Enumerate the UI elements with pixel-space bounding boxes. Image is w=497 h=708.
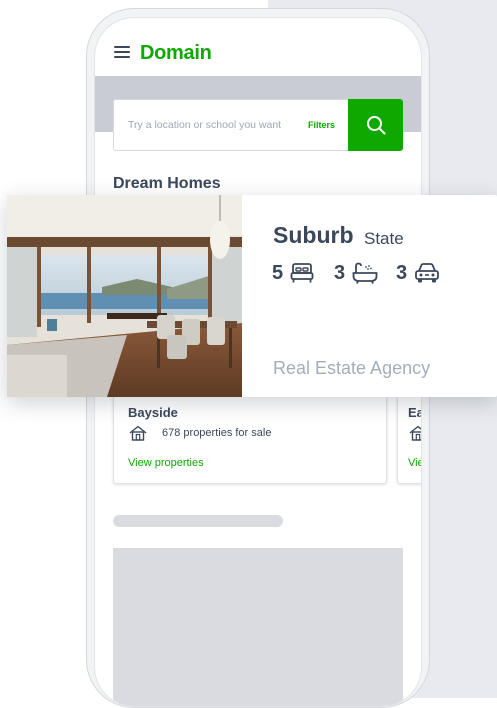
car-icon: [415, 263, 439, 283]
listing-suburb: Suburb: [273, 222, 354, 248]
domain-logo[interactable]: Domain: [140, 42, 212, 65]
search-bar: Try a location or school you want Filter…: [113, 99, 403, 151]
section-title: Dream Homes: [113, 175, 221, 192]
bath-icon: [352, 262, 378, 284]
bath-count: 3: [334, 262, 346, 284]
agency-name: Real Estate Agency: [273, 358, 431, 378]
view-properties-link[interactable]: Vie: [408, 457, 421, 469]
listing-card[interactable]: Suburb State 5 3 3 Real Estate Agency: [7, 195, 497, 397]
search-button[interactable]: [348, 99, 403, 151]
card-property-count: 678 properties for sale: [162, 427, 272, 439]
listing-state: State: [364, 229, 404, 248]
filters-button[interactable]: Filters: [308, 120, 335, 130]
loading-placeholder-bar: [113, 515, 283, 527]
listing-photo: [7, 195, 242, 397]
card-suburb-name: Ea: [408, 405, 421, 420]
search-icon: [367, 116, 386, 135]
view-properties-link[interactable]: View properties: [128, 457, 204, 469]
app-header: Domain: [95, 18, 421, 76]
hamburger-icon[interactable]: [114, 46, 130, 58]
house-icon: [129, 425, 147, 441]
search-input[interactable]: Try a location or school you want: [128, 119, 281, 131]
bed-count: 5: [272, 262, 284, 284]
loading-placeholder-block: [113, 548, 403, 706]
bed-icon: [290, 263, 314, 283]
card-suburb-name: Bayside: [128, 405, 178, 420]
living-room-image: [7, 195, 242, 397]
car-count: 3: [396, 262, 408, 284]
house-icon: [409, 425, 421, 441]
